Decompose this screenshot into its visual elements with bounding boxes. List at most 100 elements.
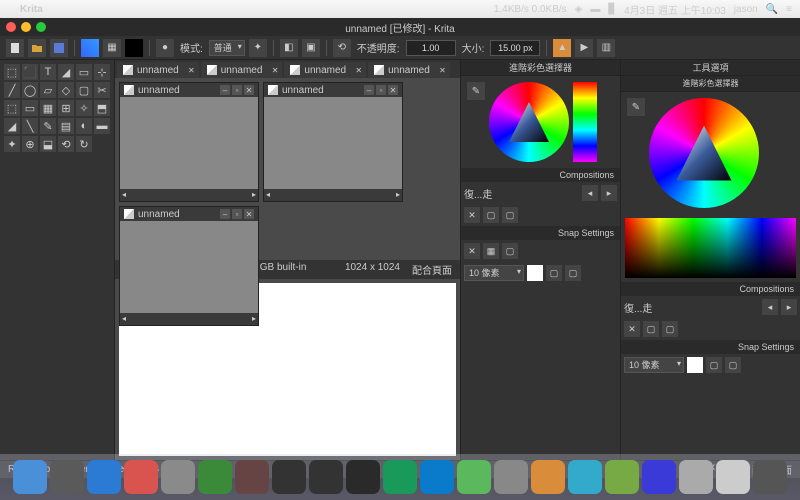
preset2-b[interactable]: ▢ — [725, 357, 741, 373]
doc-tab-3[interactable]: unnamed✕ — [368, 62, 450, 78]
scrollbar-h[interactable] — [120, 313, 258, 325]
panel-head-tools[interactable]: 工具選項 — [621, 60, 800, 76]
close-tab-icon[interactable]: ✕ — [355, 66, 362, 75]
size-input[interactable] — [490, 40, 540, 56]
history-back-button[interactable]: ◂ — [582, 185, 598, 201]
dock-app-11[interactable] — [420, 460, 454, 494]
tool-16[interactable]: ✧ — [76, 100, 92, 116]
tool-14[interactable]: ▦ — [40, 100, 56, 116]
doc-tab-2[interactable]: unnamed✕ — [284, 62, 366, 78]
comp2-a[interactable]: ▢ — [643, 321, 659, 337]
save-button[interactable] — [50, 39, 68, 57]
preset-b-button[interactable]: ▢ — [565, 265, 581, 281]
comp-x-button[interactable]: ✕ — [464, 207, 480, 223]
tool-22[interactable]: ◐ — [76, 118, 92, 134]
tool-4[interactable]: ▭ — [76, 64, 92, 80]
tool-19[interactable]: ╲ — [22, 118, 38, 134]
gradient-button[interactable] — [81, 39, 99, 57]
comp-sq-button[interactable]: ▢ — [483, 207, 499, 223]
tool-3[interactable]: ◢ — [58, 64, 74, 80]
compositions-head[interactable]: Compositions — [461, 168, 620, 182]
dock-app-9[interactable] — [346, 460, 380, 494]
tool-20[interactable]: ✎ — [40, 118, 56, 134]
min-icon[interactable]: – — [364, 85, 374, 95]
dock-app-16[interactable] — [605, 460, 639, 494]
doc-tab-0[interactable]: unnamed✕ — [117, 62, 199, 78]
tool-17[interactable]: ⬒ — [94, 100, 110, 116]
tool-7[interactable]: ◯ — [22, 82, 38, 98]
pattern-button[interactable]: ▦ — [103, 39, 121, 57]
eraser-button[interactable]: ◧ — [280, 39, 298, 57]
close-icon[interactable]: ✕ — [244, 85, 254, 95]
hist-fwd-2[interactable]: ▸ — [781, 299, 797, 315]
fg-color-button[interactable] — [125, 39, 143, 57]
canvas[interactable] — [120, 97, 258, 189]
dock-app-18[interactable] — [679, 460, 713, 494]
min-icon[interactable]: – — [220, 209, 230, 219]
document-window-1[interactable]: unnamed–▫✕ — [263, 82, 403, 202]
doc-titlebar[interactable]: unnamed–▫✕ — [264, 83, 402, 97]
search-icon[interactable]: 🔍 — [766, 4, 778, 15]
mode-fav-button[interactable]: ✦ — [249, 39, 267, 57]
dock-app-6[interactable] — [235, 460, 269, 494]
history-fwd-button[interactable]: ▸ — [601, 185, 617, 201]
dock-app-10[interactable] — [383, 460, 417, 494]
date-time[interactable]: 4月3日 週五 上午10:03 — [624, 2, 726, 17]
close-icon[interactable]: ✕ — [244, 209, 254, 219]
alpha-lock-button[interactable]: ▣ — [302, 39, 320, 57]
open-file-button[interactable] — [28, 39, 46, 57]
fit-label[interactable]: 配合頁面 — [412, 262, 452, 277]
panel-subhead[interactable]: 進階彩色選擇器 — [621, 76, 800, 92]
tool-15[interactable]: ⊞ — [58, 100, 74, 116]
wifi-icon[interactable]: ◈ — [575, 4, 583, 15]
tool-25[interactable]: ⊕ — [22, 136, 38, 152]
close-icon[interactable]: ✕ — [388, 85, 398, 95]
close-tab-icon[interactable]: ✕ — [272, 66, 279, 75]
tool-0[interactable]: ⬚ — [4, 64, 20, 80]
close-tab-icon[interactable]: ✕ — [188, 66, 195, 75]
comp2-x[interactable]: ✕ — [624, 321, 640, 337]
snap-x-button[interactable]: ✕ — [464, 243, 480, 259]
tool-23[interactable]: ▬ — [94, 118, 110, 134]
reload-button[interactable]: ⟲ — [333, 39, 351, 57]
max-icon[interactable]: ▫ — [232, 85, 242, 95]
new-file-button[interactable] — [6, 39, 24, 57]
flag-icon[interactable]: ▊ — [608, 4, 616, 15]
close-tab-icon[interactable]: ✕ — [439, 66, 446, 75]
snap-head-2[interactable]: Snap Settings — [621, 340, 800, 354]
tool-28[interactable]: ↻ — [76, 136, 92, 152]
close-window-button[interactable] — [6, 22, 16, 32]
dock-app-20[interactable] — [753, 460, 787, 494]
tool-21[interactable]: ▤ — [58, 118, 74, 134]
battery-icon[interactable]: ▬ — [590, 4, 600, 15]
min-icon[interactable]: – — [220, 85, 230, 95]
canvas[interactable] — [120, 221, 258, 313]
preset2-a[interactable]: ▢ — [706, 357, 722, 373]
panel-head-color[interactable]: 進階彩色選擇器 — [461, 60, 620, 76]
document-window-2[interactable]: unnamed–▫✕ — [119, 206, 259, 326]
dock-app-12[interactable] — [457, 460, 491, 494]
maximize-window-button[interactable] — [36, 22, 46, 32]
blend-mode-dropdown[interactable]: 普通 — [209, 40, 245, 56]
tool-27[interactable]: ⟲ — [58, 136, 74, 152]
document-window-0[interactable]: unnamed–▫✕ — [119, 82, 259, 202]
hist-back-2[interactable]: ◂ — [762, 299, 778, 315]
tool-13[interactable]: ▭ — [22, 100, 38, 116]
workspace-button[interactable]: ▥ — [597, 39, 615, 57]
dock-app-14[interactable] — [531, 460, 565, 494]
dock-app-13[interactable] — [494, 460, 528, 494]
mirror-v-button[interactable]: ▶ — [575, 39, 593, 57]
hue-saturation-box[interactable] — [625, 218, 796, 278]
dock-app-0[interactable] — [13, 460, 47, 494]
dock-app-5[interactable] — [198, 460, 232, 494]
tool-12[interactable]: ⬚ — [4, 100, 20, 116]
dock-app-2[interactable] — [87, 460, 121, 494]
tool-18[interactable]: ◢ — [4, 118, 20, 134]
tool-6[interactable]: ╱ — [4, 82, 20, 98]
brush-preset-button[interactable]: ● — [156, 39, 174, 57]
dock-app-4[interactable] — [161, 460, 195, 494]
tool-5[interactable]: ⊹ — [94, 64, 110, 80]
tool-10[interactable]: ▢ — [76, 82, 92, 98]
color-strip[interactable] — [573, 82, 597, 162]
snap-head[interactable]: Snap Settings — [461, 226, 620, 240]
